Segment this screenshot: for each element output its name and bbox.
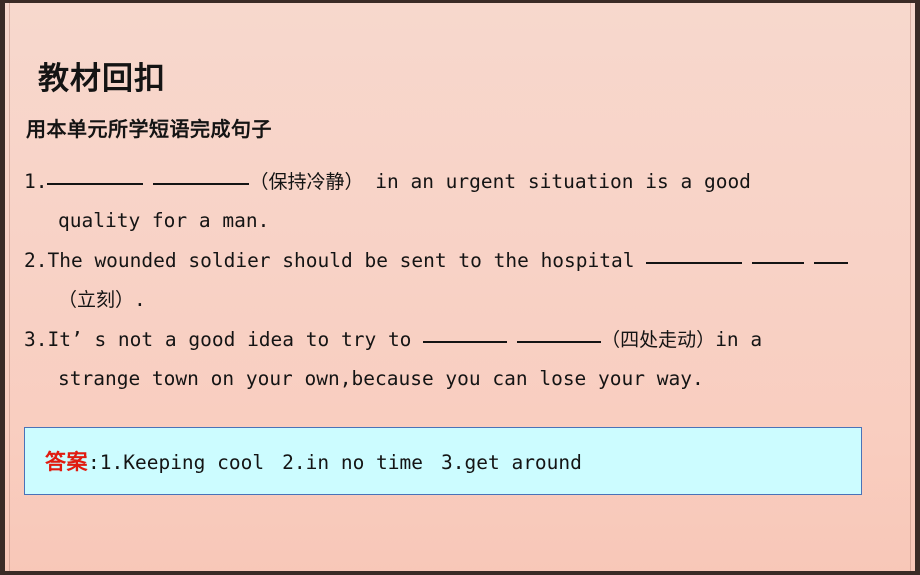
answer-blank bbox=[646, 262, 743, 264]
question-item: 1. （保持冷静） in an urgent situation is a goo… bbox=[24, 162, 902, 240]
answer-item: 2.in no time bbox=[282, 451, 424, 474]
question-line: quality for a man. bbox=[24, 201, 902, 240]
chinese-gloss: （立刻） bbox=[58, 289, 135, 311]
question-line: 1. （保持冷静） in an urgent situation is a goo… bbox=[24, 162, 902, 201]
answer-box: 答案:1.Keeping cool 2.in no time 3.get aroun… bbox=[24, 427, 862, 495]
question-number: 2. bbox=[24, 249, 48, 272]
question-line: （立刻）. bbox=[24, 280, 902, 319]
question-number: 3. bbox=[24, 328, 48, 351]
right-margin-rule bbox=[910, 0, 911, 575]
answer-blank bbox=[423, 341, 508, 343]
slide: 教材回扣 用本单元所学短语完成句子 1. （保持冷静） in an urgent … bbox=[0, 0, 920, 575]
question-item: 2.The wounded soldier should be sent to … bbox=[24, 241, 902, 319]
chinese-gloss: （四处走动） bbox=[601, 329, 716, 351]
question-line: 2.The wounded soldier should be sent to … bbox=[24, 241, 902, 280]
left-margin-rule bbox=[9, 0, 10, 575]
question-text: It’ s not a good idea to try to bbox=[47, 328, 424, 351]
answer-blank bbox=[47, 183, 144, 185]
answer-label: 答案 bbox=[45, 450, 88, 474]
question-line: 3.It’ s not a good idea to try to （四处走动）… bbox=[24, 320, 902, 359]
question-text: quality for a man. bbox=[58, 209, 270, 232]
slide-frame-right-edge bbox=[915, 0, 920, 575]
answer-blank bbox=[752, 262, 805, 264]
question-text: in an urgent situation is a good bbox=[363, 170, 751, 193]
answer-separator: : bbox=[88, 451, 100, 474]
question-list: 1. （保持冷静） in an urgent situation is a goo… bbox=[24, 162, 902, 399]
chinese-gloss: （保持冷静） bbox=[249, 171, 364, 193]
instruction-heading: 用本单元所学短语完成句子 bbox=[26, 117, 272, 141]
slide-frame-left-edge bbox=[0, 0, 5, 575]
question-text: The wounded soldier should be sent to th… bbox=[47, 249, 647, 272]
answer-blank bbox=[814, 262, 849, 264]
answer-item: 1.Keeping cool bbox=[99, 451, 265, 474]
answer-text: 答案:1.Keeping cool 2.in no time 3.get aroun… bbox=[25, 446, 582, 476]
page-title: 教材回扣 bbox=[38, 61, 166, 97]
slide-frame-bottom-edge bbox=[0, 571, 920, 575]
question-number: 1. bbox=[24, 170, 48, 193]
question-text: in a bbox=[715, 328, 763, 351]
question-text: strange town on your own,because you can… bbox=[58, 367, 704, 390]
answer-blank bbox=[153, 183, 250, 185]
question-text: . bbox=[134, 288, 146, 311]
answer-item: 3.get around bbox=[441, 451, 582, 474]
slide-content: 教材回扣 用本单元所学短语完成句子 1. （保持冷静） in an urgent … bbox=[0, 0, 920, 575]
slide-frame-top-edge bbox=[0, 0, 920, 3]
answer-blank bbox=[517, 341, 602, 343]
question-line: strange town on your own,because you can… bbox=[24, 359, 902, 398]
question-item: 3.It’ s not a good idea to try to （四处走动）… bbox=[24, 320, 902, 398]
